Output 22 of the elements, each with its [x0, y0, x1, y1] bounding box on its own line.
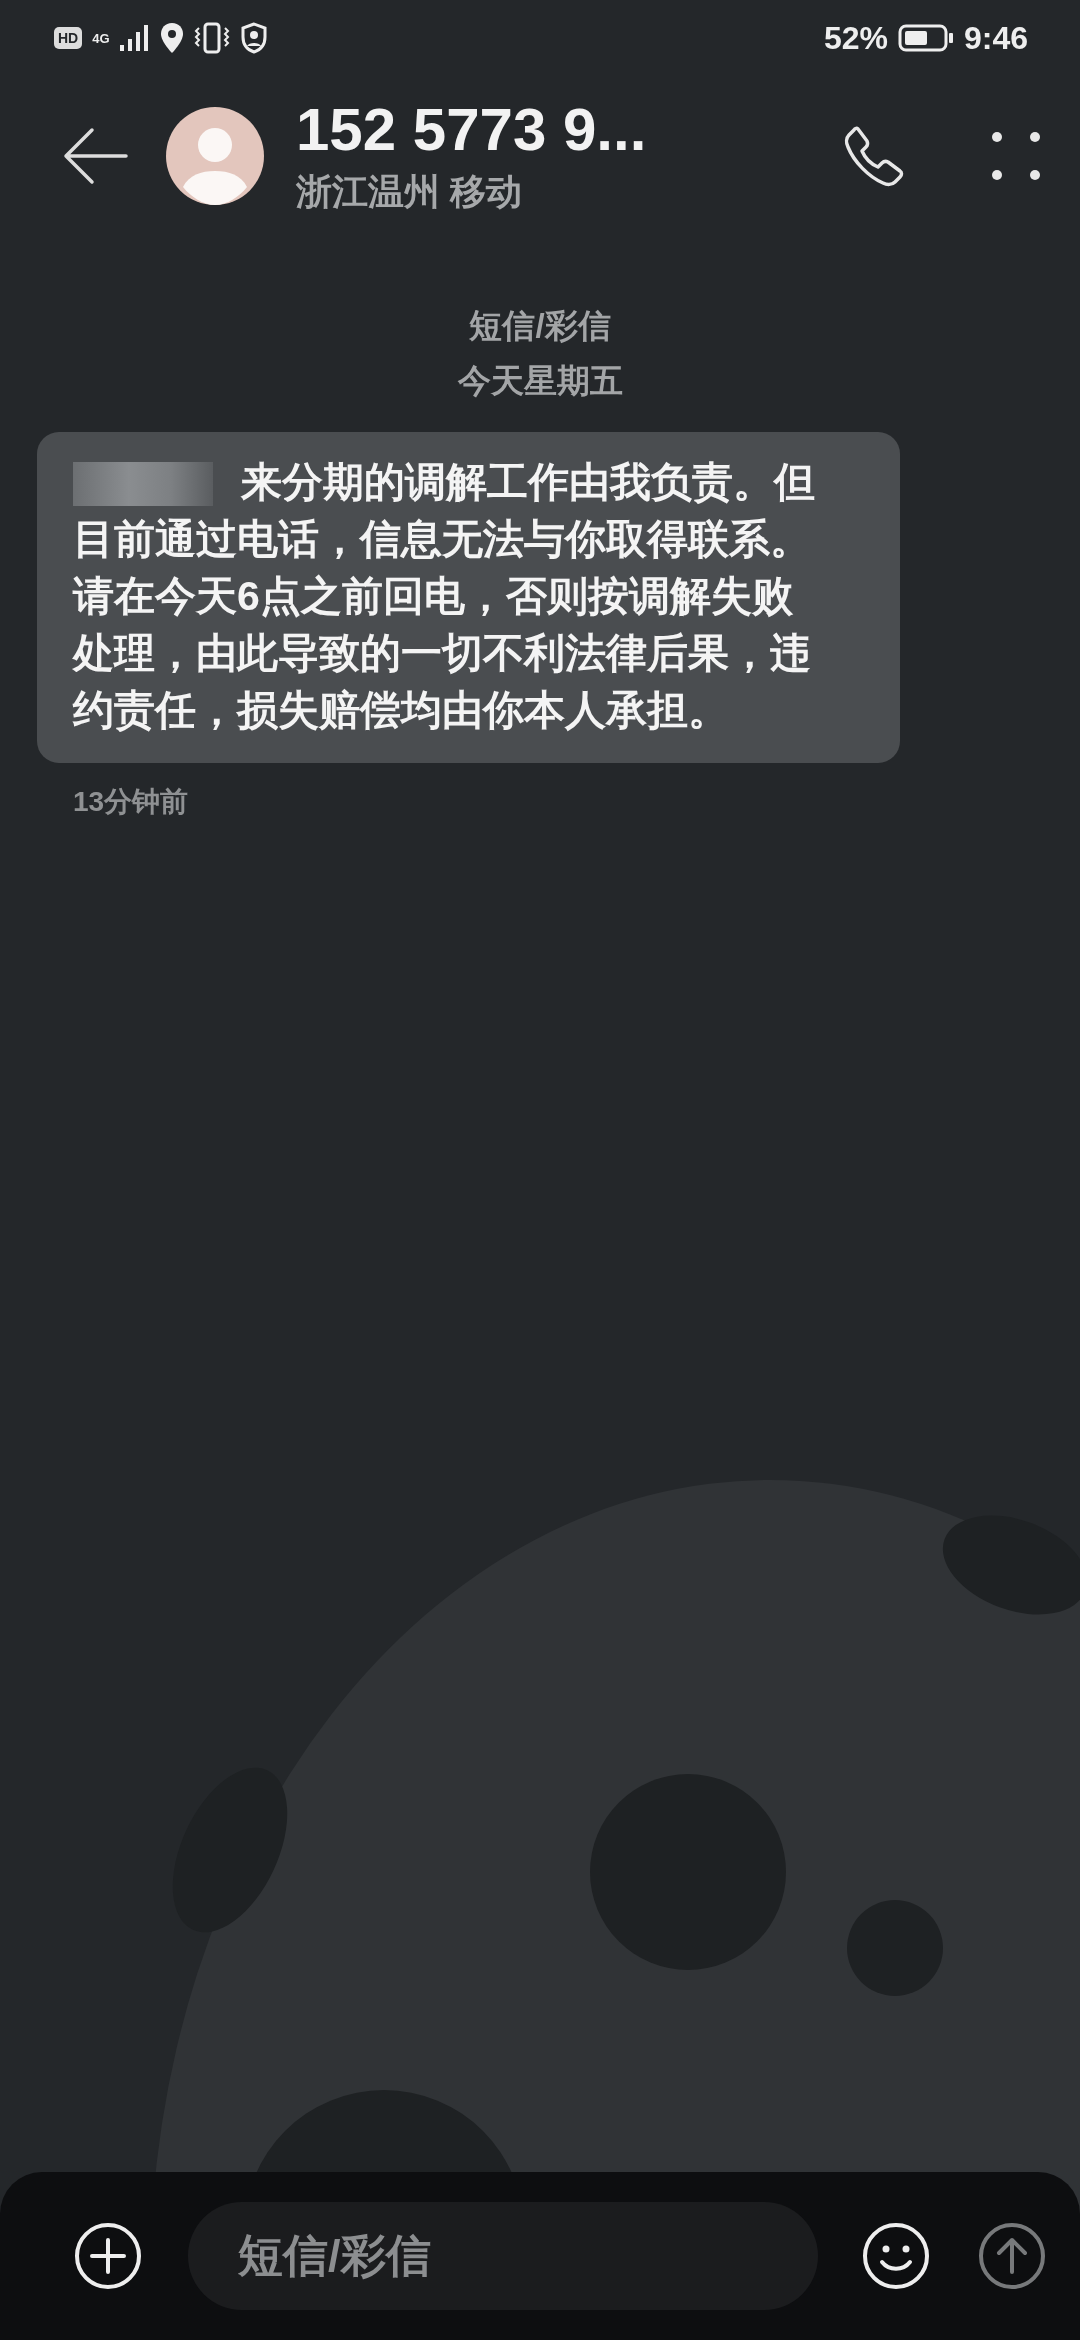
more-button[interactable] — [992, 132, 1040, 180]
send-button[interactable] — [978, 2222, 1046, 2290]
contact-number: 152 5773 9... — [296, 95, 648, 164]
vibrate-icon — [193, 22, 230, 54]
battery-icon — [897, 23, 954, 53]
message-time: 13分钟前 — [73, 785, 190, 819]
emoji-button[interactable] — [862, 2222, 930, 2290]
shield-icon — [239, 22, 268, 54]
signal-icon — [119, 23, 150, 53]
avatar-icon — [166, 107, 264, 205]
call-button[interactable] — [844, 125, 906, 187]
message-text: 来分期的调解工作由我负责。但目前通过电话，信息无法与你取得联系。请在今天6点之前回电，否则按调解失败处理，由此导致的一切不利法律后果，违约责任，损失赔偿均由你本人承担。 — [73, 458, 816, 735]
message-type-label: 短信/彩信 — [469, 306, 611, 346]
date-divider: 今天星期五 — [457, 361, 623, 401]
location-icon — [159, 22, 184, 54]
hd-badge: HD — [54, 27, 83, 49]
message-input[interactable]: 短信/彩信 — [188, 2202, 818, 2310]
battery-percent: 52% — [823, 19, 888, 57]
contact-location: 浙江温州 移动 — [296, 170, 523, 214]
add-button[interactable] — [74, 2222, 142, 2290]
network-type: 4G — [92, 31, 110, 45]
clock-time: 9:46 — [963, 19, 1028, 57]
